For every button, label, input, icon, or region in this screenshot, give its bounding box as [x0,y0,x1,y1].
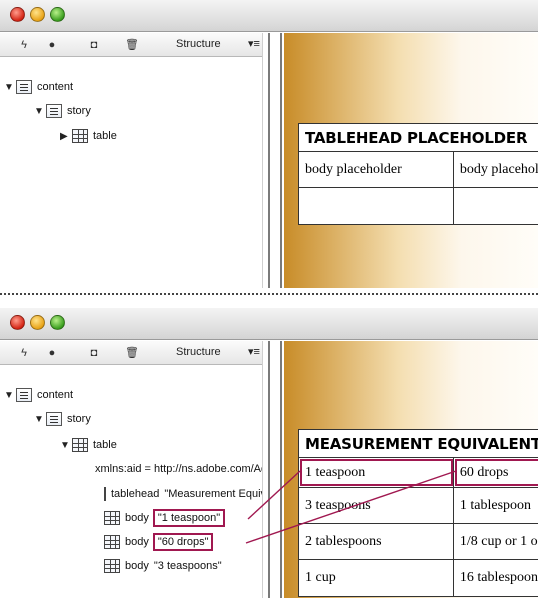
disclosure-open-icon[interactable]: ▼ [4,82,16,93]
minimize-button[interactable] [30,7,45,22]
table-cell[interactable]: body placeholder [454,152,538,187]
tree-item-body[interactable]: body "3 teaspoons" [104,557,262,575]
table-element-icon [104,559,120,573]
table-cell[interactable]: 60 drops [454,458,538,487]
trash-icon[interactable]: 🗑 [125,345,139,361]
tree-item-label: table [93,130,117,142]
tree-item-value: "1 teaspoon" [152,509,226,527]
table-element-icon [72,129,88,143]
frame-icon[interactable]: ◘ [88,37,100,53]
measurement-table[interactable]: MEASUREMENT EQUIVALENTS 1 teaspoon 60 dr… [298,429,538,597]
tree-item-content[interactable]: ▼ content [4,78,73,96]
disclosure-open-icon[interactable]: ▼ [4,390,16,401]
story-element-icon [46,104,62,118]
structure-tree: ▼ content ▼ story ▶ table [0,58,262,288]
tree-item-content[interactable]: ▼ content [4,386,73,404]
canvas-edge [280,341,282,598]
tree-scrollbar[interactable] [262,33,282,288]
disclosure-open-icon[interactable]: ▼ [34,106,46,117]
canvas-edge [280,33,282,288]
table-cell[interactable] [299,188,454,224]
structure-tree: ▼ content ▼ story ▼ table xmlns:aid = ht… [0,366,262,598]
tree-item-tag: tablehead [111,488,160,500]
table-element-icon [104,511,120,525]
table-row: 3 teaspoons 1 tablespoon [299,488,538,524]
panel-divider [268,33,270,288]
disclosure-open-icon[interactable]: ▼ [34,414,46,425]
zoom-button[interactable] [50,7,65,22]
table-cell[interactable]: 2 tablespoons [299,524,454,559]
tree-item-attribute[interactable]: xmlns:aid = http://ns.adobe.com/AdobeInD… [88,460,262,478]
table-row: body placeholder body placeholder [299,152,538,188]
table-cell[interactable]: 1/8 cup or 1 oz [454,524,538,559]
top-window: ϟ ● ◘ 🗑 Structure ▾≡ ▼ content ▼ story ▶… [0,0,538,288]
tree-item-value: "60 drops" [152,533,214,551]
table-head[interactable]: TABLEHEAD PLACEHOLDER [299,124,538,152]
record-icon[interactable]: ● [46,345,58,361]
tree-item-label: content [37,81,74,93]
disclosure-open-icon[interactable]: ▼ [60,440,72,451]
table-cell[interactable]: body placeholder [299,152,454,187]
tree-item-body[interactable]: body "1 teaspoon" [104,509,226,527]
table-element-icon [104,535,120,549]
tree-item-tag: body [125,536,149,548]
minimize-button[interactable] [30,315,45,330]
table-row [299,188,538,224]
title-bar [0,0,538,32]
structure-toolbar: ϟ ● ◘ 🗑 Structure ▾≡ [0,341,270,365]
tree-item-label: content [37,389,74,401]
table-row: 2 tablespoons 1/8 cup or 1 oz [299,524,538,560]
document-canvas: MEASUREMENT EQUIVALENTS 1 teaspoon 60 dr… [284,341,538,598]
panel-menu-icon[interactable]: ▾≡ [248,37,260,50]
table-element-icon [72,438,88,452]
table-head[interactable]: MEASUREMENT EQUIVALENTS [299,430,538,458]
tree-item-body[interactable]: body "60 drops" [104,533,214,551]
tree-item-tablehead[interactable]: tablehead "Measurement Equivalents" [104,485,262,503]
disclosure-closed-icon[interactable]: ▶ [60,131,72,142]
table-cell[interactable]: 1 cup [299,560,454,596]
table-cell[interactable]: 1 tablespoon [454,488,538,523]
panel-menu-icon[interactable]: ▾≡ [248,345,260,358]
table-element-icon [104,487,106,501]
validate-icon[interactable]: ϟ [18,345,30,361]
table-cell[interactable]: 16 tablespoons [454,560,538,596]
validate-icon[interactable]: ϟ [18,37,30,53]
tree-scrollbar[interactable] [262,341,282,598]
story-element-icon [46,412,62,426]
tree-item-story[interactable]: ▼ story [34,410,91,428]
text-element-icon [16,388,32,402]
document-canvas: TABLEHEAD PLACEHOLDER body placeholder b… [284,33,538,288]
structure-label: Structure [176,38,221,50]
tree-item-table[interactable]: ▼ table [60,436,117,454]
structure-label: Structure [176,346,221,358]
tree-item-label: table [93,439,117,451]
table-row: 1 teaspoon 60 drops [299,458,538,488]
tree-item-story[interactable]: ▼ story [34,102,91,120]
bottom-window: ϟ ● ◘ 🗑 Structure ▾≡ ▼ content ▼ story ▼… [0,308,538,598]
zoom-button[interactable] [50,315,65,330]
table-cell[interactable]: 3 teaspoons [299,488,454,523]
placeholder-table[interactable]: TABLEHEAD PLACEHOLDER body placeholder b… [298,123,538,225]
table-cell[interactable] [454,188,538,224]
table-cell[interactable]: 1 teaspoon [299,458,454,487]
section-divider [0,293,538,295]
frame-icon[interactable]: ◘ [88,345,100,361]
title-bar [0,308,538,340]
tree-item-value: "Measurement Equivalents" [164,488,262,500]
structure-toolbar: ϟ ● ◘ 🗑 Structure ▾≡ [0,33,270,57]
tree-item-tag: body [125,560,149,572]
text-element-icon [16,80,32,94]
tree-item-value: "3 teaspoons" [153,560,222,572]
panel-divider [268,341,270,598]
attribute-label: xmlns:aid = http://ns.adobe.com/AdobeInD… [95,463,262,475]
tree-item-label: story [67,105,91,117]
tree-item-label: story [67,413,91,425]
close-button[interactable] [10,7,25,22]
close-button[interactable] [10,315,25,330]
table-row: 1 cup 16 tablespoons [299,560,538,596]
trash-icon[interactable]: 🗑 [125,37,139,53]
record-icon[interactable]: ● [46,37,58,53]
tree-item-table[interactable]: ▶ table [60,127,117,145]
tree-item-tag: body [125,512,149,524]
